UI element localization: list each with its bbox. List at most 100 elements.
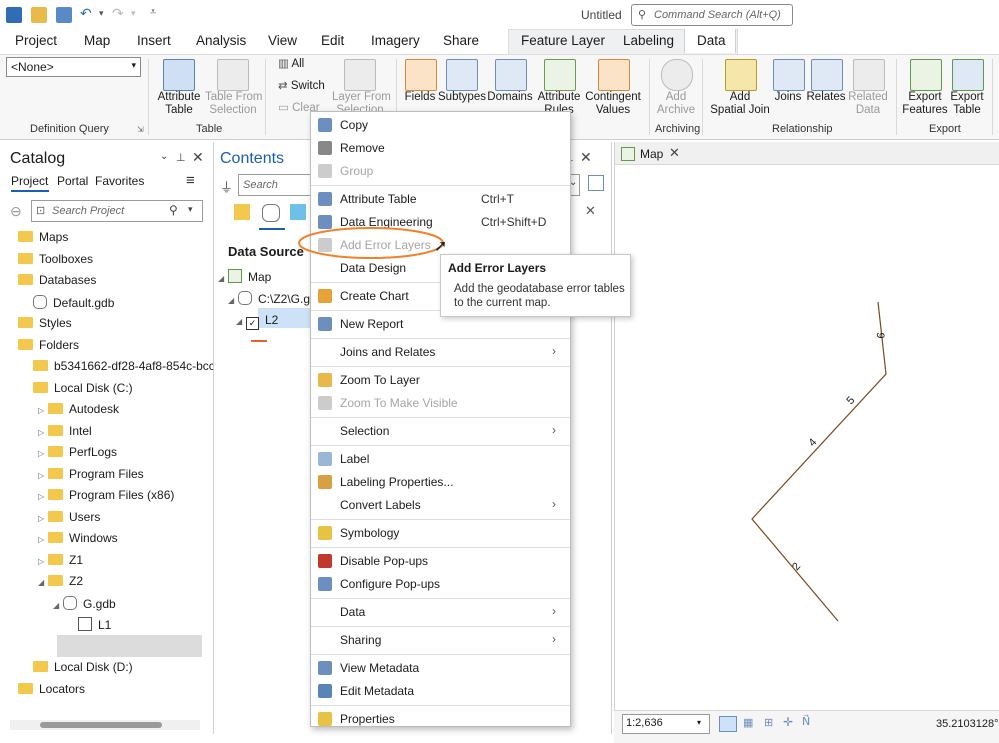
- menu-item-configure-pop-ups[interactable]: Configure Pop-ups: [311, 573, 570, 595]
- fields-button[interactable]: Fields: [403, 91, 437, 104]
- menu-item-attribute-table[interactable]: Attribute Table Ctrl+T: [311, 188, 570, 210]
- menu-item-disable-pop-ups[interactable]: Disable Pop-ups: [311, 550, 570, 572]
- add-spatial-join-button[interactable]: Add Spatial Join: [708, 91, 772, 116]
- joins-button[interactable]: Joins: [771, 91, 805, 104]
- tab-feature-layer[interactable]: Feature Layer: [521, 33, 605, 48]
- close-icon[interactable]: ✕: [669, 145, 680, 161]
- select-all-button[interactable]: ▥ All: [278, 58, 304, 71]
- export-table-button[interactable]: Export Table: [946, 91, 988, 116]
- catalog-item[interactable]: ▷ Z1: [38, 553, 83, 567]
- definition-query-select[interactable]: <None> ▾: [6, 57, 141, 77]
- data-source-icon[interactable]: [262, 204, 280, 222]
- options-icon[interactable]: [588, 175, 604, 191]
- drawing-order-icon[interactable]: [234, 204, 250, 220]
- menu-item-edit-metadata[interactable]: Edit Metadata: [311, 680, 570, 702]
- map-node[interactable]: ◢ Map: [218, 269, 271, 284]
- menu-item-remove[interactable]: Remove: [311, 137, 570, 159]
- catalog-item[interactable]: ▷ Windows: [38, 531, 118, 545]
- command-search-input[interactable]: ⚲ Command Search (Alt+Q): [631, 4, 793, 26]
- catalog-item[interactable]: ▷ PerfLogs: [38, 445, 117, 459]
- expand-triangle-icon[interactable]: ▷: [38, 471, 48, 480]
- subtypes-button[interactable]: Subtypes: [438, 91, 486, 104]
- map-tab-label[interactable]: Map: [640, 147, 663, 161]
- menu-item-joins-and-relates[interactable]: Joins and Relates ›: [311, 341, 570, 363]
- catalog-item[interactable]: Local Disk (D:): [23, 660, 133, 674]
- menu-item-view-metadata[interactable]: View Metadata: [311, 657, 570, 679]
- expand-triangle-icon[interactable]: ▷: [38, 406, 48, 415]
- menu-item-symbology[interactable]: Symbology: [311, 522, 570, 544]
- switch-selection-button[interactable]: ⇄ Switch: [278, 80, 325, 93]
- catalog-item[interactable]: b5341662-df28-4af8-854c-bccb95: [23, 359, 235, 373]
- tab-labeling[interactable]: Labeling: [623, 33, 674, 48]
- close-icon[interactable]: ✕: [580, 149, 592, 166]
- horizontal-scrollbar[interactable]: [10, 720, 200, 730]
- catalog-item[interactable]: Default.gdb: [23, 294, 114, 310]
- export-features-button[interactable]: Export Features: [901, 91, 949, 116]
- north-arrow-icon[interactable]: N⃗: [802, 715, 810, 728]
- back-icon[interactable]: ⊖: [10, 203, 22, 220]
- tab-insert[interactable]: Insert: [137, 33, 171, 48]
- catalog-item[interactable]: ◢ G.gdb: [53, 595, 116, 611]
- close-icon[interactable]: ✕: [192, 149, 204, 166]
- tab-data[interactable]: Data: [697, 33, 726, 48]
- tab-map[interactable]: Map: [84, 33, 110, 48]
- catalog-search-input[interactable]: ⊡ Search Project ⚲ ▾: [31, 200, 203, 222]
- catalog-item[interactable]: Styles: [8, 316, 72, 330]
- catalog-item[interactable]: Toolboxes: [8, 252, 93, 266]
- domains-button[interactable]: Domains: [486, 91, 534, 104]
- menu-item-properties[interactable]: Properties: [311, 708, 570, 730]
- catalog-item[interactable]: Locators: [8, 682, 85, 696]
- pin-icon[interactable]: ⊥: [176, 151, 186, 164]
- attribute-table-button[interactable]: Attribute Table: [154, 91, 204, 116]
- snapping-icon[interactable]: ⊞: [764, 716, 773, 729]
- menu-item-label[interactable]: Label: [311, 448, 570, 470]
- contingent-values-button[interactable]: Contingent Values: [584, 91, 642, 116]
- layer-node-l2[interactable]: ◢ ✓ L2: [236, 313, 278, 330]
- menu-item-convert-labels[interactable]: Convert Labels ›: [311, 494, 570, 516]
- menu-item-selection[interactable]: Selection ›: [311, 420, 570, 442]
- expand-triangle-icon[interactable]: ▷: [38, 449, 48, 458]
- expand-triangle-icon[interactable]: ▷: [38, 557, 48, 566]
- expand-triangle-icon[interactable]: ▷: [38, 535, 48, 544]
- catalog-item[interactable]: L1: [68, 617, 111, 632]
- filter-icon[interactable]: ⏚: [220, 177, 233, 196]
- tab-catalog-favorites[interactable]: Favorites: [95, 174, 144, 188]
- table-icon[interactable]: ▦: [743, 716, 753, 729]
- save-icon[interactable]: [56, 7, 72, 23]
- tab-analysis[interactable]: Analysis: [196, 33, 246, 48]
- customize-quick-access-icon[interactable]: ⩡: [150, 6, 156, 19]
- tab-share[interactable]: Share: [443, 33, 479, 48]
- map-canvas[interactable]: 2 4 5 6: [615, 164, 999, 710]
- scrollbar-thumb[interactable]: [40, 722, 162, 728]
- menu-item-sharing[interactable]: Sharing ›: [311, 629, 570, 651]
- catalog-item[interactable]: Databases: [8, 273, 96, 287]
- expand-triangle-icon[interactable]: ◢: [53, 601, 63, 610]
- expand-triangle-icon[interactable]: ▷: [38, 492, 48, 501]
- catalog-item[interactable]: Folders: [8, 338, 79, 352]
- catalog-item[interactable]: Maps: [8, 230, 68, 244]
- grid-icon[interactable]: [719, 716, 737, 732]
- expand-triangle-icon[interactable]: ◢: [38, 578, 48, 587]
- dialog-launcher-icon[interactable]: ⇲: [137, 125, 144, 134]
- menu-item-labeling-properties[interactable]: Labeling Properties...: [311, 471, 570, 493]
- catalog-item[interactable]: Local Disk (C:): [23, 381, 133, 395]
- menu-item-data[interactable]: Data ›: [311, 601, 570, 623]
- scale-select[interactable]: 1:2,636 ▾: [622, 714, 710, 734]
- catalog-item[interactable]: ▷ Intel: [38, 424, 92, 438]
- tab-catalog-portal[interactable]: Portal: [57, 174, 88, 188]
- open-icon[interactable]: [31, 7, 47, 23]
- crosshair-icon[interactable]: ✛: [783, 715, 793, 729]
- menu-item-zoom-to-layer[interactable]: Zoom To Layer: [311, 369, 570, 391]
- layer-visibility-checkbox[interactable]: ✓: [246, 317, 259, 330]
- undo-icon[interactable]: ↶: [80, 5, 92, 22]
- tab-project[interactable]: Project: [15, 33, 57, 48]
- chevron-down-icon[interactable]: ⌄: [160, 151, 168, 162]
- expand-triangle-icon[interactable]: ▷: [38, 428, 48, 437]
- relates-button[interactable]: Relates: [805, 91, 847, 104]
- menu-icon[interactable]: ≡: [186, 172, 195, 189]
- undo-dropdown-icon[interactable]: ▾: [99, 8, 104, 19]
- catalog-item[interactable]: ▷ Program Files (x86): [38, 488, 174, 502]
- selection-view-icon[interactable]: [290, 204, 306, 220]
- catalog-item[interactable]: ▷ Autodesk: [38, 402, 119, 416]
- catalog-item[interactable]: ▷ Users: [38, 510, 100, 524]
